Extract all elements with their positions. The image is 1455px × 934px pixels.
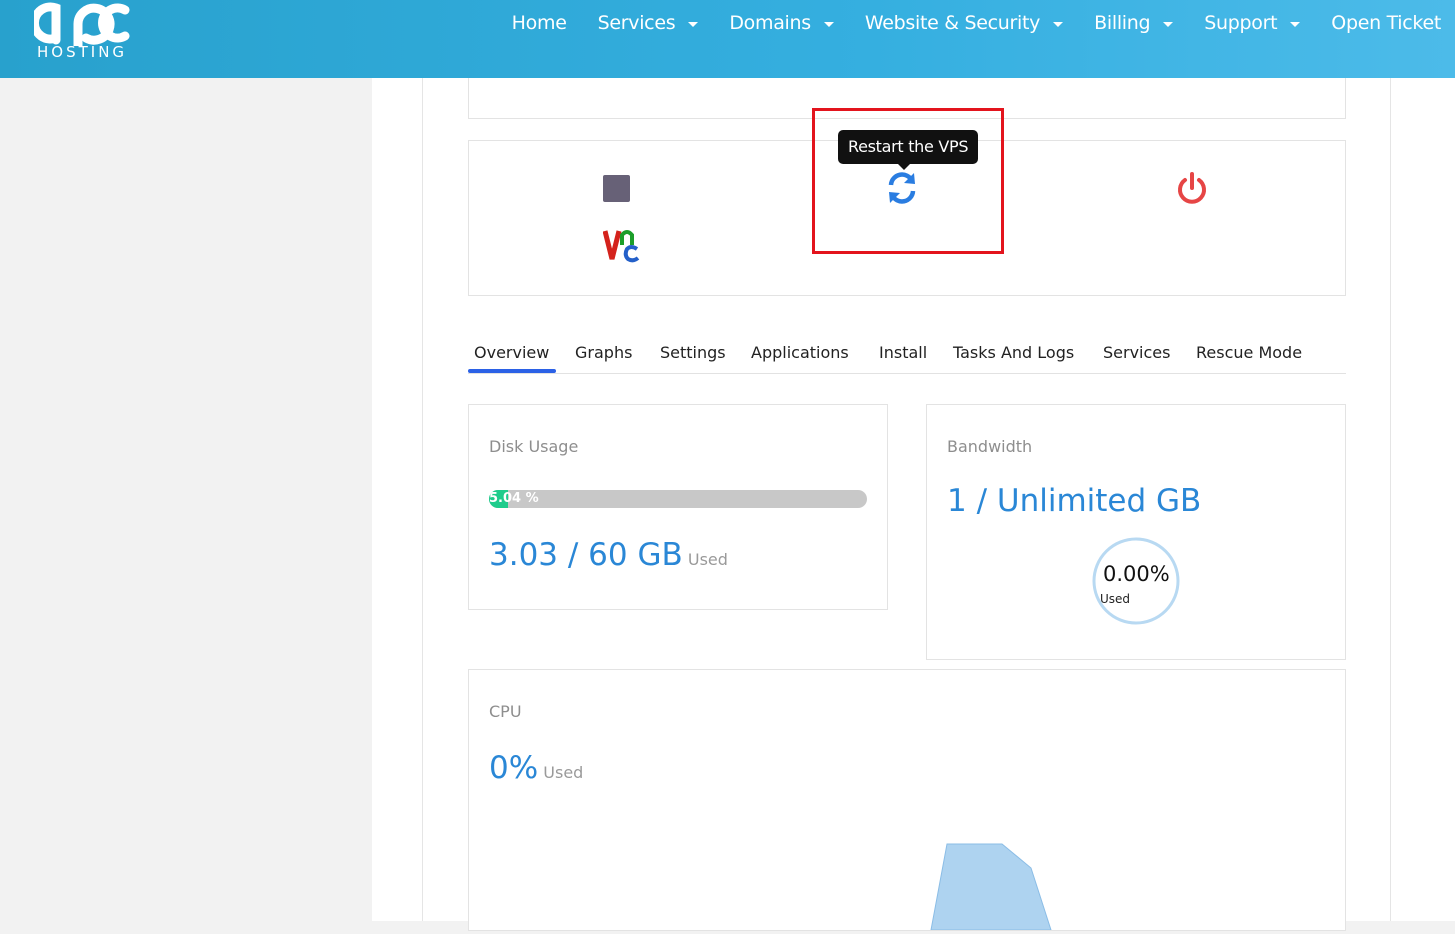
nav-website-security[interactable]: Website & Security bbox=[864, 12, 1064, 34]
logo-subtext: HOSTING bbox=[37, 43, 128, 61]
nav-services[interactable]: Services bbox=[598, 12, 699, 34]
nav-website-security-label: Website & Security bbox=[864, 12, 1041, 34]
tab-overview[interactable]: Overview bbox=[474, 343, 549, 362]
cpu-title: CPU bbox=[489, 702, 522, 721]
nav-domains-label: Domains bbox=[729, 12, 811, 34]
caret-down-icon bbox=[688, 22, 699, 27]
cpu-value: 0% bbox=[489, 750, 539, 786]
bandwidth-card: Bandwidth 1 / Unlimited GB 0.00% Used bbox=[926, 404, 1346, 660]
tab-services[interactable]: Services bbox=[1103, 343, 1170, 362]
nav-support[interactable]: Support bbox=[1204, 12, 1301, 34]
bandwidth-value: 1 / Unlimited GB bbox=[947, 483, 1202, 519]
bandwidth-donut-chart: 0.00% Used bbox=[1092, 537, 1180, 625]
power-icon[interactable] bbox=[1174, 170, 1210, 206]
tab-bar: Overview Graphs Settings Applications In… bbox=[468, 336, 1346, 374]
nav-open-ticket[interactable]: Open Ticket bbox=[1331, 12, 1441, 34]
tab-settings[interactable]: Settings bbox=[660, 343, 726, 362]
logo-mark-icon bbox=[30, 2, 130, 51]
cpu-card: CPU 0% Used bbox=[468, 669, 1346, 931]
vnc-icon[interactable] bbox=[602, 227, 641, 263]
tab-install[interactable]: Install bbox=[879, 343, 927, 362]
nav-home-label: Home bbox=[511, 12, 567, 34]
disk-usage-title: Disk Usage bbox=[489, 437, 579, 456]
disk-usage-progress-bar: 5.04 % bbox=[489, 490, 867, 508]
nav-domains[interactable]: Domains bbox=[729, 12, 834, 34]
caret-down-icon bbox=[1290, 22, 1301, 27]
bandwidth-donut-used: Used bbox=[1100, 592, 1131, 606]
nav-services-label: Services bbox=[597, 12, 676, 34]
nav-billing-label: Billing bbox=[1094, 12, 1151, 34]
cpu-value-row: 0% Used bbox=[489, 750, 583, 786]
cpu-usage-graph bbox=[469, 820, 1345, 931]
tab-rescue-mode[interactable]: Rescue Mode bbox=[1196, 343, 1302, 362]
tab-applications[interactable]: Applications bbox=[751, 343, 849, 362]
bandwidth-donut-percent: 0.00% bbox=[1103, 562, 1170, 586]
caret-down-icon bbox=[823, 22, 834, 27]
nav-billing[interactable]: Billing bbox=[1094, 12, 1174, 34]
disk-usage-value: 3.03 / 60 GB bbox=[489, 537, 683, 573]
bandwidth-title: Bandwidth bbox=[947, 437, 1033, 456]
nav-support-label: Support bbox=[1204, 12, 1278, 34]
nav-open-ticket-label: Open Ticket bbox=[1331, 12, 1441, 34]
apc-hosting-logo[interactable]: HOSTING bbox=[30, 0, 144, 64]
top-navigation-bar: HOSTING Home Services Domains Website & … bbox=[0, 0, 1455, 78]
main-menu: Home Services Domains Website & Security… bbox=[512, 0, 1455, 46]
nav-home[interactable]: Home bbox=[512, 12, 567, 34]
tab-tasks-and-logs[interactable]: Tasks And Logs bbox=[953, 343, 1074, 362]
cpu-used-label: Used bbox=[543, 763, 584, 782]
active-tab-indicator bbox=[468, 369, 556, 373]
tab-graphs[interactable]: Graphs bbox=[575, 343, 632, 362]
caret-down-icon bbox=[1053, 22, 1064, 27]
disk-usage-card: Disk Usage 5.04 % 3.03 / 60 GB Used bbox=[468, 404, 888, 610]
stop-icon[interactable] bbox=[603, 175, 630, 202]
highlight-box bbox=[812, 108, 1004, 254]
disk-usage-percent: 5.04 % bbox=[489, 491, 539, 506]
disk-usage-value-row: 3.03 / 60 GB Used bbox=[489, 537, 728, 573]
disk-used-label: Used bbox=[687, 550, 728, 569]
caret-down-icon bbox=[1163, 22, 1174, 27]
